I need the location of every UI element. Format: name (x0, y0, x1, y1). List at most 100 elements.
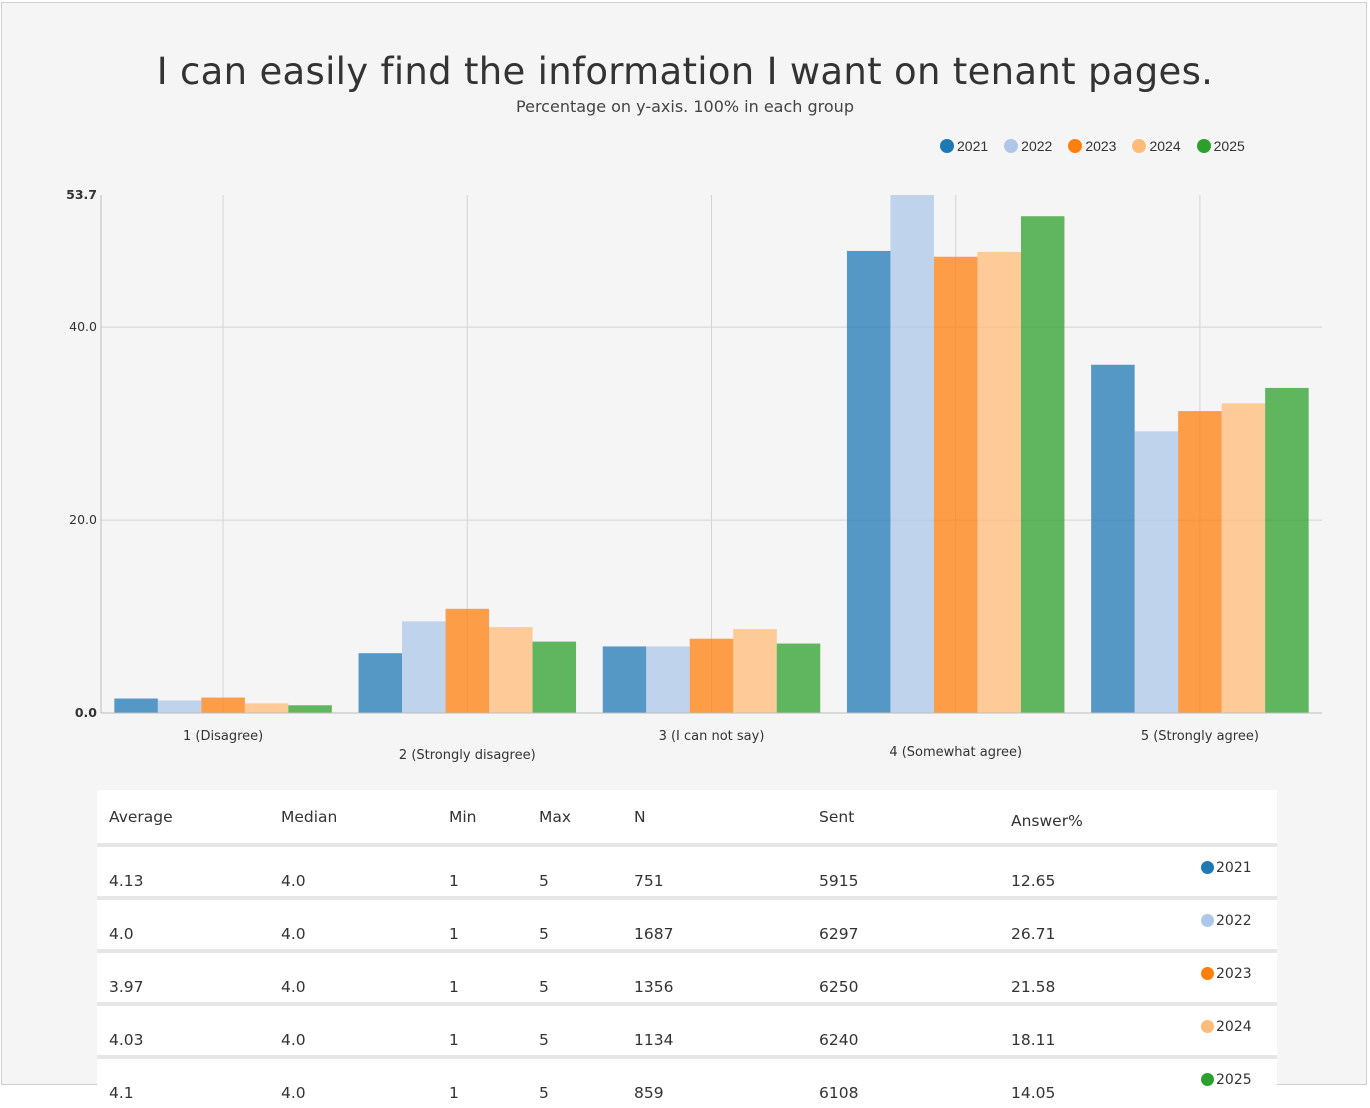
column-header-n: N (634, 807, 646, 826)
table-row: 4.1 4.0 1 5 859 6108 14.05 2025 (97, 1055, 1277, 1108)
year-label: 2023 (1216, 965, 1252, 982)
year-badge: 2023 (1201, 966, 1252, 982)
cell-n: 1134 (622, 1002, 807, 1057)
year-dot-icon (1201, 967, 1214, 980)
column-header-max: Max (539, 807, 572, 826)
column-header-sent: Sent (819, 807, 855, 826)
bar-2025-cat-1 (288, 705, 332, 713)
table-row: 3.97 4.0 1 5 1356 6250 21.58 2023 (97, 949, 1277, 1004)
bar-2022-cat-4 (890, 195, 934, 713)
year-label: 2022 (1216, 912, 1252, 929)
bar-2022-cat-2 (402, 621, 446, 713)
table-row: 4.03 4.0 1 5 1134 6240 18.11 2024 (97, 1002, 1277, 1057)
cell-n: 751 (622, 843, 807, 898)
cell-max: 5 (527, 896, 622, 951)
year-badge: 2022 (1201, 913, 1252, 929)
y-tick-label: 0.0 (75, 705, 97, 720)
bar-2022-cat-3 (646, 646, 690, 713)
cell-min: 1 (437, 1002, 527, 1057)
bar-2021-cat-5 (1091, 364, 1135, 713)
x-tick-label: 4 (Somewhat agree) (889, 745, 1022, 760)
bar-2023-cat-1 (201, 697, 245, 713)
cell-answer: 14.05 (999, 1055, 1189, 1108)
year-badge: 2024 (1201, 1019, 1252, 1035)
bar-2024-cat-2 (489, 627, 533, 713)
cell-average: 4.03 (97, 1002, 269, 1057)
bar-2023-cat-2 (445, 608, 490, 713)
cell-year: 2023 (1189, 949, 1277, 1004)
table-row: 4.13 4.0 1 5 751 5915 12.65 2021 (97, 843, 1277, 898)
cell-year: 2022 (1189, 896, 1277, 951)
bar-2024-cat-1 (244, 703, 289, 713)
cell-year: 2021 (1189, 843, 1277, 898)
bar-2025-cat-2 (532, 641, 577, 713)
cell-min: 1 (437, 843, 527, 898)
cell-year: 2025 (1189, 1055, 1277, 1108)
bar-2021-cat-4 (846, 250, 891, 713)
bar-2024-cat-4 (977, 251, 1021, 713)
column-header-answer-percent: Answer% (1011, 811, 1083, 830)
cell-sent: 6108 (807, 1055, 999, 1108)
cell-sent: 5915 (807, 843, 999, 898)
y-tick-label: 53.7 (66, 187, 97, 202)
table-row: 4.0 4.0 1 5 1687 6297 26.71 2022 (97, 896, 1277, 951)
cell-answer: 21.58 (999, 949, 1189, 1004)
year-dot-icon (1201, 914, 1214, 927)
cell-median: 4.0 (269, 896, 437, 951)
cell-year: 2024 (1189, 1002, 1277, 1057)
bar-2025-cat-3 (776, 643, 821, 713)
bar-2023-cat-4 (933, 256, 978, 713)
bar-2022-cat-1 (157, 700, 202, 713)
cell-average: 4.0 (97, 896, 269, 951)
cell-sent: 6297 (807, 896, 999, 951)
bar-2021-cat-3 (602, 646, 647, 713)
x-tick-label: 2 (Strongly disagree) (399, 748, 536, 763)
column-header-year (1189, 790, 1277, 845)
column-header-min: Min (449, 807, 477, 826)
bar-2025-cat-4 (1020, 216, 1065, 713)
cell-median: 4.0 (269, 843, 437, 898)
year-dot-icon (1201, 1073, 1214, 1086)
year-badge: 2021 (1201, 860, 1252, 876)
bar-2025-cat-5 (1265, 387, 1309, 713)
cell-n: 1687 (622, 896, 807, 951)
bar-2023-cat-3 (689, 638, 734, 713)
bar-2024-cat-3 (733, 629, 777, 713)
x-tick-label: 1 (Disagree) (183, 729, 263, 744)
cell-answer: 18.11 (999, 1002, 1189, 1057)
cell-min: 1 (437, 896, 527, 951)
cell-median: 4.0 (269, 1002, 437, 1057)
year-label: 2021 (1216, 859, 1252, 876)
cell-average: 4.1 (97, 1055, 269, 1108)
year-badge: 2025 (1201, 1072, 1252, 1088)
cell-average: 4.13 (97, 843, 269, 898)
column-header-median: Median (281, 807, 338, 826)
year-dot-icon (1201, 861, 1214, 874)
bar-2023-cat-5 (1178, 411, 1222, 713)
year-dot-icon (1201, 1020, 1214, 1033)
cell-max: 5 (527, 843, 622, 898)
cell-max: 5 (527, 949, 622, 1004)
bar-2021-cat-2 (358, 653, 403, 713)
statistics-table: Average Median Min Max N Sent Answer% 4.13 4.0 1… (97, 790, 1277, 1108)
cell-n: 859 (622, 1055, 807, 1108)
year-label: 2024 (1216, 1018, 1252, 1035)
cell-max: 5 (527, 1002, 622, 1057)
cell-answer: 12.65 (999, 843, 1189, 898)
bar-2021-cat-1 (114, 698, 158, 713)
bar-2024-cat-5 (1221, 403, 1266, 713)
cell-n: 1356 (622, 949, 807, 1004)
cell-median: 4.0 (269, 1055, 437, 1108)
column-header-average: Average (109, 807, 173, 826)
cell-sent: 6250 (807, 949, 999, 1004)
cell-average: 3.97 (97, 949, 269, 1004)
year-label: 2025 (1216, 1071, 1252, 1088)
x-tick-label: 3 (I can not say) (659, 729, 765, 744)
cell-sent: 6240 (807, 1002, 999, 1057)
cell-max: 5 (527, 1055, 622, 1108)
cell-median: 4.0 (269, 949, 437, 1004)
bar-chart: 0.0 20.0 40.0 53.7 1 (Disagree) 2 (Strongly d… (66, 187, 1322, 763)
cell-min: 1 (437, 1055, 527, 1108)
x-tick-label: 5 (Strongly agree) (1141, 729, 1259, 744)
cell-min: 1 (437, 949, 527, 1004)
